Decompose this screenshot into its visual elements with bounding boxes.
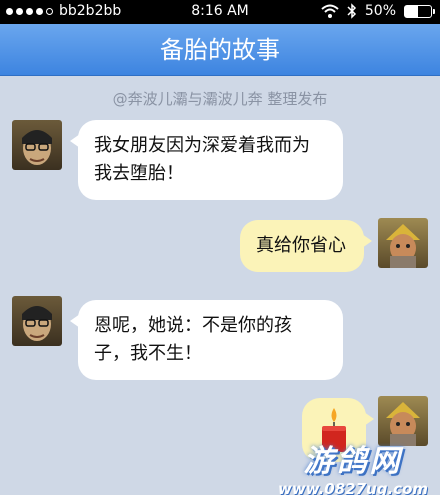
avatar[interactable] bbox=[12, 120, 62, 170]
message-line: 子，我不生！ bbox=[94, 343, 202, 364]
message-bubble[interactable]: 真给你省心 bbox=[240, 220, 372, 272]
wifi-icon bbox=[321, 4, 339, 18]
watermark: 游鸽网 www.0827ug.com bbox=[278, 436, 428, 495]
bluetooth-icon bbox=[347, 3, 356, 19]
battery-level bbox=[405, 5, 418, 17]
watermark-url: www.0827ug.com bbox=[278, 480, 428, 495]
status-bar: bb2b2bb 8:16 AM 50% bbox=[0, 0, 440, 24]
message-bubble[interactable]: 我女朋友因为深爱着我而为 我去堕胎！ bbox=[70, 120, 343, 200]
credit-line: @奔波儿灞与灞波儿奔 整理发布 bbox=[112, 90, 328, 108]
message-bubble[interactable]: 恩呢，她说：不是你的孩 子，我不生！ bbox=[70, 300, 343, 380]
battery-icon bbox=[404, 4, 435, 18]
avatar[interactable] bbox=[378, 218, 428, 268]
message-line: 真给你省心 bbox=[256, 235, 346, 256]
page-title: 备胎的故事 bbox=[160, 36, 280, 64]
nav-bar: 备胎的故事 bbox=[0, 24, 440, 76]
clock: 8:16 AM bbox=[191, 3, 249, 19]
watermark-title: 游鸽网 bbox=[303, 444, 403, 479]
message-line: 我去堕胎！ bbox=[94, 163, 184, 184]
avatar[interactable] bbox=[12, 296, 62, 346]
battery-percent: 50% bbox=[364, 3, 396, 19]
message-line: 我女朋友因为深爱着我而为 bbox=[94, 135, 310, 156]
message-line: 恩呢，她说：不是你的孩 bbox=[94, 315, 292, 336]
